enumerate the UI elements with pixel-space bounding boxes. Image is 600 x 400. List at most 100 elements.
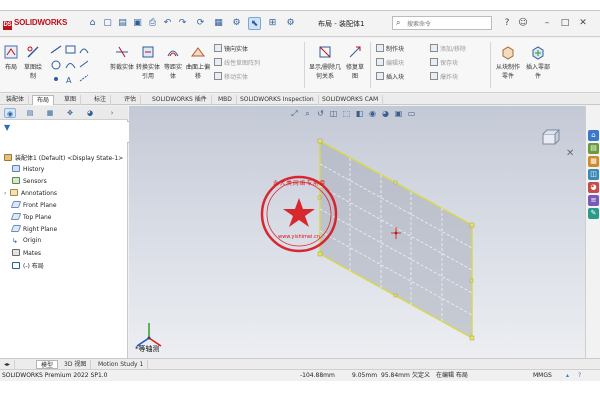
select-icon[interactable]: ⬉ <box>248 17 261 30</box>
command-manager: 布局 草图绘制 A 剪裁实体 转换实体引用 等距实体 曲面上偏移 镜向实体 线性… <box>0 38 600 93</box>
explode-block-icon <box>430 72 438 80</box>
repair-sketch-icon <box>349 46 361 58</box>
tab-3d-views[interactable]: 3D 视图 <box>60 360 92 369</box>
nav-arrows-icon[interactable]: ◂▸ <box>0 360 16 369</box>
layout-icon <box>4 45 18 59</box>
customize-icon[interactable]: ▴ <box>566 370 569 382</box>
tab-sketch[interactable]: 草图 <box>60 95 82 105</box>
svg-text:A: A <box>66 76 72 85</box>
offset-icon <box>167 50 179 57</box>
make-block-item[interactable]: 制作块 <box>376 44 404 53</box>
file-properties-icon[interactable]: ▦ <box>212 17 225 30</box>
display-relations-button[interactable]: 显示/删除几何关系 <box>308 44 342 80</box>
save-block-item[interactable]: 保存块 <box>430 58 458 67</box>
move-entities-item[interactable]: 移动实体 <box>214 72 248 81</box>
tree-item-mates[interactable]: Mates <box>12 249 41 257</box>
status-z: 95.84mm <box>381 372 410 379</box>
tab-motion-study[interactable]: Motion Study 1 <box>94 360 149 369</box>
open-file-icon[interactable]: ▤ <box>116 17 129 30</box>
search-box[interactable]: ⌕ 搜索命令 <box>392 16 492 30</box>
undo-icon[interactable]: ↶ <box>161 17 174 30</box>
status-definition: 欠定义 <box>412 372 431 379</box>
settings-icon[interactable]: ⚙ <box>284 17 297 30</box>
filter-icon[interactable]: ▼ <box>4 123 10 132</box>
home-icon[interactable]: ⌂ <box>86 17 99 30</box>
repair-sketch-button[interactable]: 修复草图 <box>344 44 366 80</box>
tab-markup[interactable]: 标注 <box>90 95 112 105</box>
tab-assembly[interactable]: 装配体 <box>2 95 30 105</box>
linear-pattern-item[interactable]: 线性草图阵列 <box>214 58 260 67</box>
feature-manager-panel: ◉ ▤ ▦ ✥ ◕ › ▼ 装配体1 (Default) <Display St… <box>0 106 128 358</box>
minimize-icon[interactable]: – <box>540 16 554 30</box>
make-part-icon <box>502 46 514 60</box>
tab-addins[interactable]: SOLIDWORKS 插件 <box>148 95 212 105</box>
property-manager-tab-icon[interactable]: ▤ <box>24 108 36 118</box>
view-palette-icon[interactable]: ◫ <box>588 169 599 180</box>
sketch-button[interactable]: 草图绘制 <box>22 44 44 80</box>
close-sketch-icon[interactable]: ✕ <box>566 148 574 159</box>
forum-icon[interactable]: ✎ <box>588 208 599 219</box>
close-icon[interactable]: ✕ <box>576 16 590 30</box>
resources-icon[interactable]: ⌂ <box>588 130 599 141</box>
tab-mbd[interactable]: MBD <box>214 95 237 105</box>
convert-entities-button[interactable]: 转换实体引用 <box>136 44 160 80</box>
print-icon[interactable]: ⎙ <box>146 17 159 30</box>
search-input[interactable]: 搜索命令 <box>407 19 431 28</box>
expand-tabs-icon[interactable]: › <box>106 108 118 118</box>
design-library-icon[interactable]: ▤ <box>588 143 599 154</box>
redo-icon[interactable]: ↷ <box>176 17 189 30</box>
save-icon[interactable]: ▣ <box>131 17 144 30</box>
feature-tree-tab-icon[interactable]: ◉ <box>4 108 16 118</box>
add-remove-item[interactable]: 添加/移除 <box>430 44 466 53</box>
surface-offset-icon <box>191 47 205 57</box>
configuration-tab-icon[interactable]: ▦ <box>44 108 56 118</box>
command-tabs: 装配体 布局 草图 标注 评估 SOLIDWORKS 插件 MBD SOLIDW… <box>0 94 600 105</box>
tab-model[interactable]: 模型 <box>36 360 59 369</box>
options-icon[interactable]: ⚙ <box>230 17 243 30</box>
assembly-icon <box>4 154 12 161</box>
dimxpert-tab-icon[interactable]: ✥ <box>64 108 76 118</box>
tab-layout[interactable]: 布局 <box>32 95 55 105</box>
edit-block-item[interactable]: 编辑块 <box>376 58 404 67</box>
tree-item-layout-sketch[interactable]: (-) 布局 <box>12 261 44 270</box>
tree-item-origin[interactable]: ↳ Origin <box>12 237 41 245</box>
assembly-tools-icon[interactable]: ⊞ <box>266 17 279 30</box>
ribbon-divider <box>370 42 371 88</box>
graphics-area[interactable]: ⤢ ⌕ ↺ ◫ ⬚ ◧ ◉ ◕ ▣ ▭ ✕ 永 大 美 网 络 专 用 章 ww… <box>129 106 585 358</box>
tree-item-annotations[interactable]: › Annotations <box>4 189 57 197</box>
tab-evaluate[interactable]: 评估 <box>120 95 142 105</box>
sketch-entities-icons[interactable]: A <box>48 43 108 87</box>
appearances-icon[interactable]: ◕ <box>588 182 599 193</box>
mirror-entities-item[interactable]: 镜向实体 <box>214 44 248 53</box>
insert-block-item[interactable]: 插入块 <box>376 72 404 81</box>
model-canvas[interactable]: ✕ <box>129 106 585 358</box>
tree-item-sensors[interactable]: Sensors <box>12 177 47 185</box>
make-part-from-block-button[interactable]: 从块制作零件 <box>494 44 522 80</box>
tree-item-right-plane[interactable]: Right Plane <box>10 225 57 233</box>
tab-inspection[interactable]: SOLIDWORKS Inspection <box>236 95 319 105</box>
display-manager-tab-icon[interactable]: ◕ <box>84 108 96 118</box>
seal-text-bottom: www.yishimei.cn <box>278 234 320 240</box>
user-icon[interactable]: ☺ <box>516 16 530 30</box>
tree-item-top-plane[interactable]: Top Plane <box>10 213 52 221</box>
tree-root[interactable]: 装配体1 (Default) <Display State-1> <box>4 153 123 162</box>
new-file-icon[interactable]: ▢ <box>101 17 114 30</box>
tab-cam[interactable]: SOLIDWORKS CAM <box>318 95 384 105</box>
layout-button[interactable]: 布局 <box>2 44 20 71</box>
file-explorer-icon[interactable]: ▦ <box>588 156 599 167</box>
tree-item-front-plane[interactable]: Front Plane <box>10 201 57 209</box>
trim-entities-button[interactable]: 剪裁实体 <box>110 44 134 71</box>
layout-plane[interactable] <box>317 138 475 341</box>
help-icon[interactable]: ? <box>500 16 514 30</box>
tree-item-history[interactable]: History <box>12 165 44 173</box>
status-units[interactable]: MMGS <box>533 370 552 382</box>
rebuild-icon[interactable]: ⟳ <box>194 17 207 30</box>
custom-properties-icon[interactable]: ≡ <box>588 195 599 206</box>
offset-on-surface-button[interactable]: 曲面上偏移 <box>186 44 210 80</box>
explode-block-item[interactable]: 爆炸块 <box>430 72 458 81</box>
offset-entities-button[interactable]: 等距实体 <box>162 44 184 80</box>
insert-component-button[interactable]: 插入零部件 <box>524 44 552 80</box>
maximize-icon[interactable]: □ <box>558 16 572 30</box>
view-orientation-cube[interactable] <box>542 129 561 145</box>
help-status-icon[interactable]: ? <box>578 370 581 382</box>
